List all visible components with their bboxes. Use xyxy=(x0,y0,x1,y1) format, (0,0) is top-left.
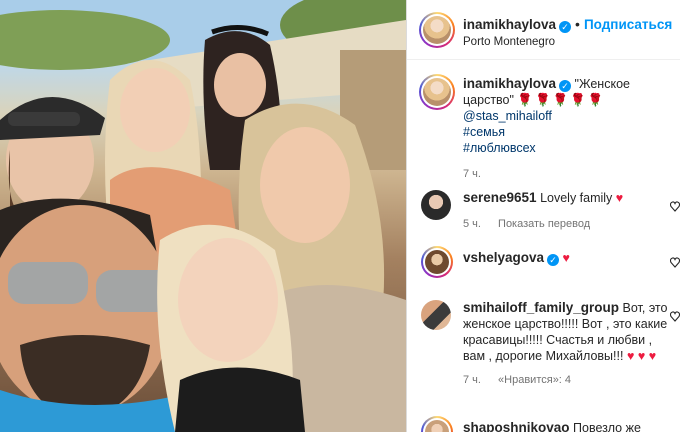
commenter-avatar[interactable] xyxy=(421,300,451,330)
post-caption: inamikhaylova ✓ "Женское царство" 🌹🌹🌹🌹🌹 @… xyxy=(463,76,673,182)
show-translation-button[interactable]: Показать перевод xyxy=(498,218,590,230)
commenter-avatar[interactable] xyxy=(421,246,453,278)
heart-emoji-icon: ♥ xyxy=(562,251,570,265)
caption-author-username[interactable]: inamikhaylova xyxy=(463,76,556,91)
commenter-avatar[interactable] xyxy=(421,190,451,220)
post-time[interactable]: 7 ч. xyxy=(463,166,673,182)
comment-text: Повезло же xyxy=(573,421,641,432)
commenter-username[interactable]: serene9651 xyxy=(463,190,537,205)
post-side-panel: inamikhaylova ✓ • Подписаться Porto Montene… xyxy=(407,0,680,432)
heart-outline-icon[interactable] xyxy=(670,200,680,212)
post-location[interactable]: Porto Montenegro xyxy=(463,36,555,48)
comment-text: Lovely family xyxy=(540,191,613,205)
comment-likes-count[interactable]: «Нравится»: 4 xyxy=(498,374,571,386)
separator-dot: • xyxy=(575,16,580,32)
author-username[interactable]: inamikhaylova xyxy=(463,17,556,32)
verified-icon: ✓ xyxy=(547,254,560,266)
caption-author-avatar[interactable] xyxy=(419,74,455,110)
follow-button[interactable]: Подписаться xyxy=(584,17,672,32)
heart-emoji-icon: ♥ ♥ ♥ xyxy=(626,349,657,363)
heart-outline-icon[interactable] xyxy=(670,256,680,268)
commenter-username[interactable]: smihailoff_family_group xyxy=(463,300,619,315)
heart-outline-icon[interactable] xyxy=(670,310,680,322)
comment-time[interactable]: 7 ч. xyxy=(463,374,481,386)
caption-mention[interactable]: @stas_mihailoff xyxy=(463,108,673,124)
verified-icon: ✓ xyxy=(559,21,572,33)
photo-illustration xyxy=(0,0,406,432)
verified-icon: ✓ xyxy=(559,80,572,92)
rose-emoji-icon: 🌹🌹🌹🌹🌹 xyxy=(517,93,606,107)
comment-time[interactable]: 5 ч. xyxy=(463,218,481,230)
caption-hashtag[interactable]: #семья xyxy=(463,124,673,140)
caption-hashtag[interactable]: #люблювсех xyxy=(463,140,673,156)
commenter-avatar[interactable] xyxy=(421,416,453,432)
post-header: inamikhaylova ✓ • Подписаться Porto Montene… xyxy=(407,0,680,60)
author-avatar[interactable] xyxy=(419,12,455,48)
heart-emoji-icon: ♥ xyxy=(615,191,624,205)
post-photo[interactable] xyxy=(0,0,406,432)
commenter-username[interactable]: shaposhnikovao xyxy=(463,420,570,432)
commenter-username[interactable]: vshelyagova xyxy=(463,250,544,265)
